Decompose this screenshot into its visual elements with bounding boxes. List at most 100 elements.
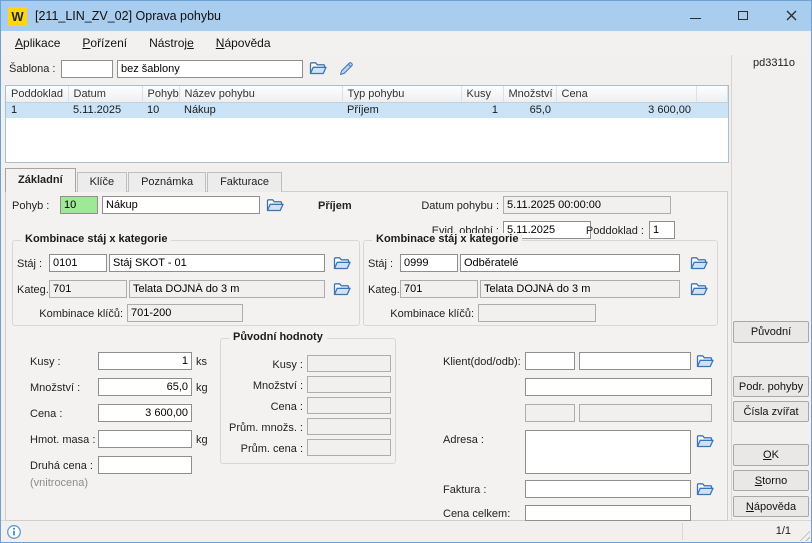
prum-mnozs-field (307, 418, 391, 435)
template-open-button[interactable] (307, 59, 329, 77)
puvodni-hodnoty-group: Původní hodnoty Kusy : Množství : Cena :… (220, 338, 396, 464)
cell-nazev-pohybu: Nákup (179, 103, 342, 118)
window-title: [211_LIN_ZV_02] Oprava pohybu (35, 9, 221, 23)
status-divider (682, 523, 683, 540)
minimize-button[interactable] (679, 1, 711, 30)
kusy-input[interactable] (98, 352, 192, 370)
puvodni-kusy-label: Kusy : (221, 359, 303, 371)
col-header-poddoklad[interactable]: Poddoklad (6, 86, 68, 103)
klient-code-input[interactable] (525, 352, 575, 370)
resize-grip[interactable] (797, 528, 810, 541)
poddoklad-input[interactable] (649, 221, 675, 239)
puvodni-button[interactable]: Původní (733, 321, 809, 343)
maximize-button[interactable] (727, 1, 759, 30)
prum-cena-label: Prům. cena : (221, 443, 303, 455)
poddoklad-label: Poddoklad : (582, 225, 644, 237)
maximize-icon (738, 11, 748, 20)
minimize-icon (690, 18, 701, 19)
staj-from-open-button[interactable] (331, 254, 353, 272)
klient-name2-input[interactable] (525, 378, 712, 396)
staj-to-open-button[interactable] (688, 254, 710, 272)
tab-fakturace[interactable]: Fakturace (207, 172, 282, 192)
tab-poznamka[interactable]: Poznámka (128, 172, 206, 192)
mnozstvi-unit-label: kg (196, 382, 208, 394)
mnozstvi-input[interactable] (98, 378, 192, 396)
titlebar[interactable]: W [211_LIN_ZV_02] Oprava pohybu (1, 1, 811, 31)
cena-celkem-input[interactable] (525, 505, 691, 521)
staj-from-name-input[interactable] (109, 254, 325, 272)
menu-item-napoveda[interactable]: Nápověda (205, 32, 282, 54)
podr-pohyby-button[interactable]: Podr. pohyby (733, 376, 809, 397)
puvodni-kusy-field (307, 355, 391, 372)
kombinace-to-group: Kombinace stáj x kategorie Stáj : Kateg.… (363, 240, 718, 326)
staj-to-code-input[interactable] (400, 254, 458, 272)
faktura-input[interactable] (525, 480, 691, 498)
adresa-label: Adresa : (443, 434, 484, 446)
menu-item-porizeni[interactable]: Pořízení (71, 32, 138, 54)
close-icon (786, 10, 797, 21)
cell-cena: 3 600,00 (556, 103, 696, 118)
kusy-label: Kusy : (30, 356, 61, 368)
open-folder-icon (696, 482, 714, 497)
statusbar: 1/1 (1, 520, 811, 542)
pohyb-open-button[interactable] (264, 196, 286, 214)
klient-label: Klient(dod/odb): (443, 356, 521, 368)
menu-item-aplikace[interactable]: Aplikace (4, 32, 71, 54)
hmot-masa-unit-label: kg (196, 434, 208, 446)
kateg-to-open-button[interactable] (688, 280, 710, 298)
staj-from-code-input[interactable] (49, 254, 107, 272)
close-button[interactable] (775, 1, 807, 30)
grid-row-selected[interactable]: 1 5.11.2025 10 Nákup Příjem 1 65,0 3 600… (6, 103, 728, 118)
open-folder-icon (309, 61, 327, 76)
adresa-textarea[interactable] (525, 430, 691, 474)
pohyb-code-input[interactable] (60, 196, 98, 214)
open-folder-icon (266, 198, 284, 213)
tab-panel-zakladni: Pohyb : Příjem Datum pohybu : Evid. obdo… (5, 191, 728, 521)
template-label: Šablona : (9, 63, 55, 75)
pencil-icon (339, 61, 354, 76)
info-icon[interactable] (6, 524, 22, 543)
adresa-open-button[interactable] (694, 432, 716, 450)
faktura-open-button[interactable] (694, 480, 716, 498)
col-header-typ-pohybu[interactable]: Typ pohybu (342, 86, 461, 103)
hmot-masa-input[interactable] (98, 430, 192, 448)
cell-poddoklad: 1 (6, 103, 68, 118)
klient-open-button[interactable] (694, 352, 716, 370)
template-code-input[interactable] (61, 60, 113, 78)
cell-empty (696, 103, 728, 118)
puvodni-mnozstvi-field (307, 376, 391, 393)
col-header-cena[interactable]: Cena (556, 86, 696, 103)
klient-info-code-field (525, 404, 575, 422)
kateg-from-open-button[interactable] (331, 280, 353, 298)
puvodni-cena-label: Cena : (221, 401, 303, 413)
col-header-pohyb[interactable]: Pohyb (142, 86, 179, 103)
col-header-kusy[interactable]: Kusy (461, 86, 503, 103)
staj-to-name-input[interactable] (460, 254, 680, 272)
puvodni-mnozstvi-label: Množství : (221, 380, 303, 392)
template-edit-button[interactable] (335, 59, 357, 77)
kusy-unit-label: ks (196, 356, 207, 368)
druha-cena-input[interactable] (98, 456, 192, 474)
cena-input[interactable] (98, 404, 192, 422)
klient-info-name-field (579, 404, 712, 422)
klient-name-input[interactable] (579, 352, 691, 370)
storno-button[interactable]: Storno (733, 470, 809, 491)
tab-zakladni[interactable]: Základní (5, 168, 76, 192)
menubar: Aplikace Pořízení Nástroje Nápověda (2, 31, 810, 55)
col-header-datum[interactable]: Datum (68, 86, 142, 103)
tab-klice[interactable]: Klíče (77, 172, 127, 192)
col-header-mnozstvi[interactable]: Množství (503, 86, 556, 103)
ok-button[interactable]: OK (733, 444, 809, 466)
col-header-nazev-pohybu[interactable]: Název pohybu (179, 86, 342, 103)
cisla-zvirat-button[interactable]: Čísla zvířat (733, 401, 809, 422)
kateg-from-name-field (129, 280, 325, 298)
movements-grid: Poddoklad Datum Pohyb Název pohybu Typ p… (5, 85, 729, 163)
menu-item-nastroje[interactable]: Nástroje (138, 32, 205, 54)
grid-header-row: Poddoklad Datum Pohyb Název pohybu Typ p… (6, 86, 728, 103)
cell-datum: 5.11.2025 (68, 103, 142, 118)
template-name-input[interactable] (117, 60, 303, 78)
window: W [211_LIN_ZV_02] Oprava pohybu Aplikace… (0, 0, 812, 543)
pohyb-name-input[interactable] (102, 196, 260, 214)
cell-pohyb: 10 (142, 103, 179, 118)
napoveda-button[interactable]: Nápověda (733, 496, 809, 517)
